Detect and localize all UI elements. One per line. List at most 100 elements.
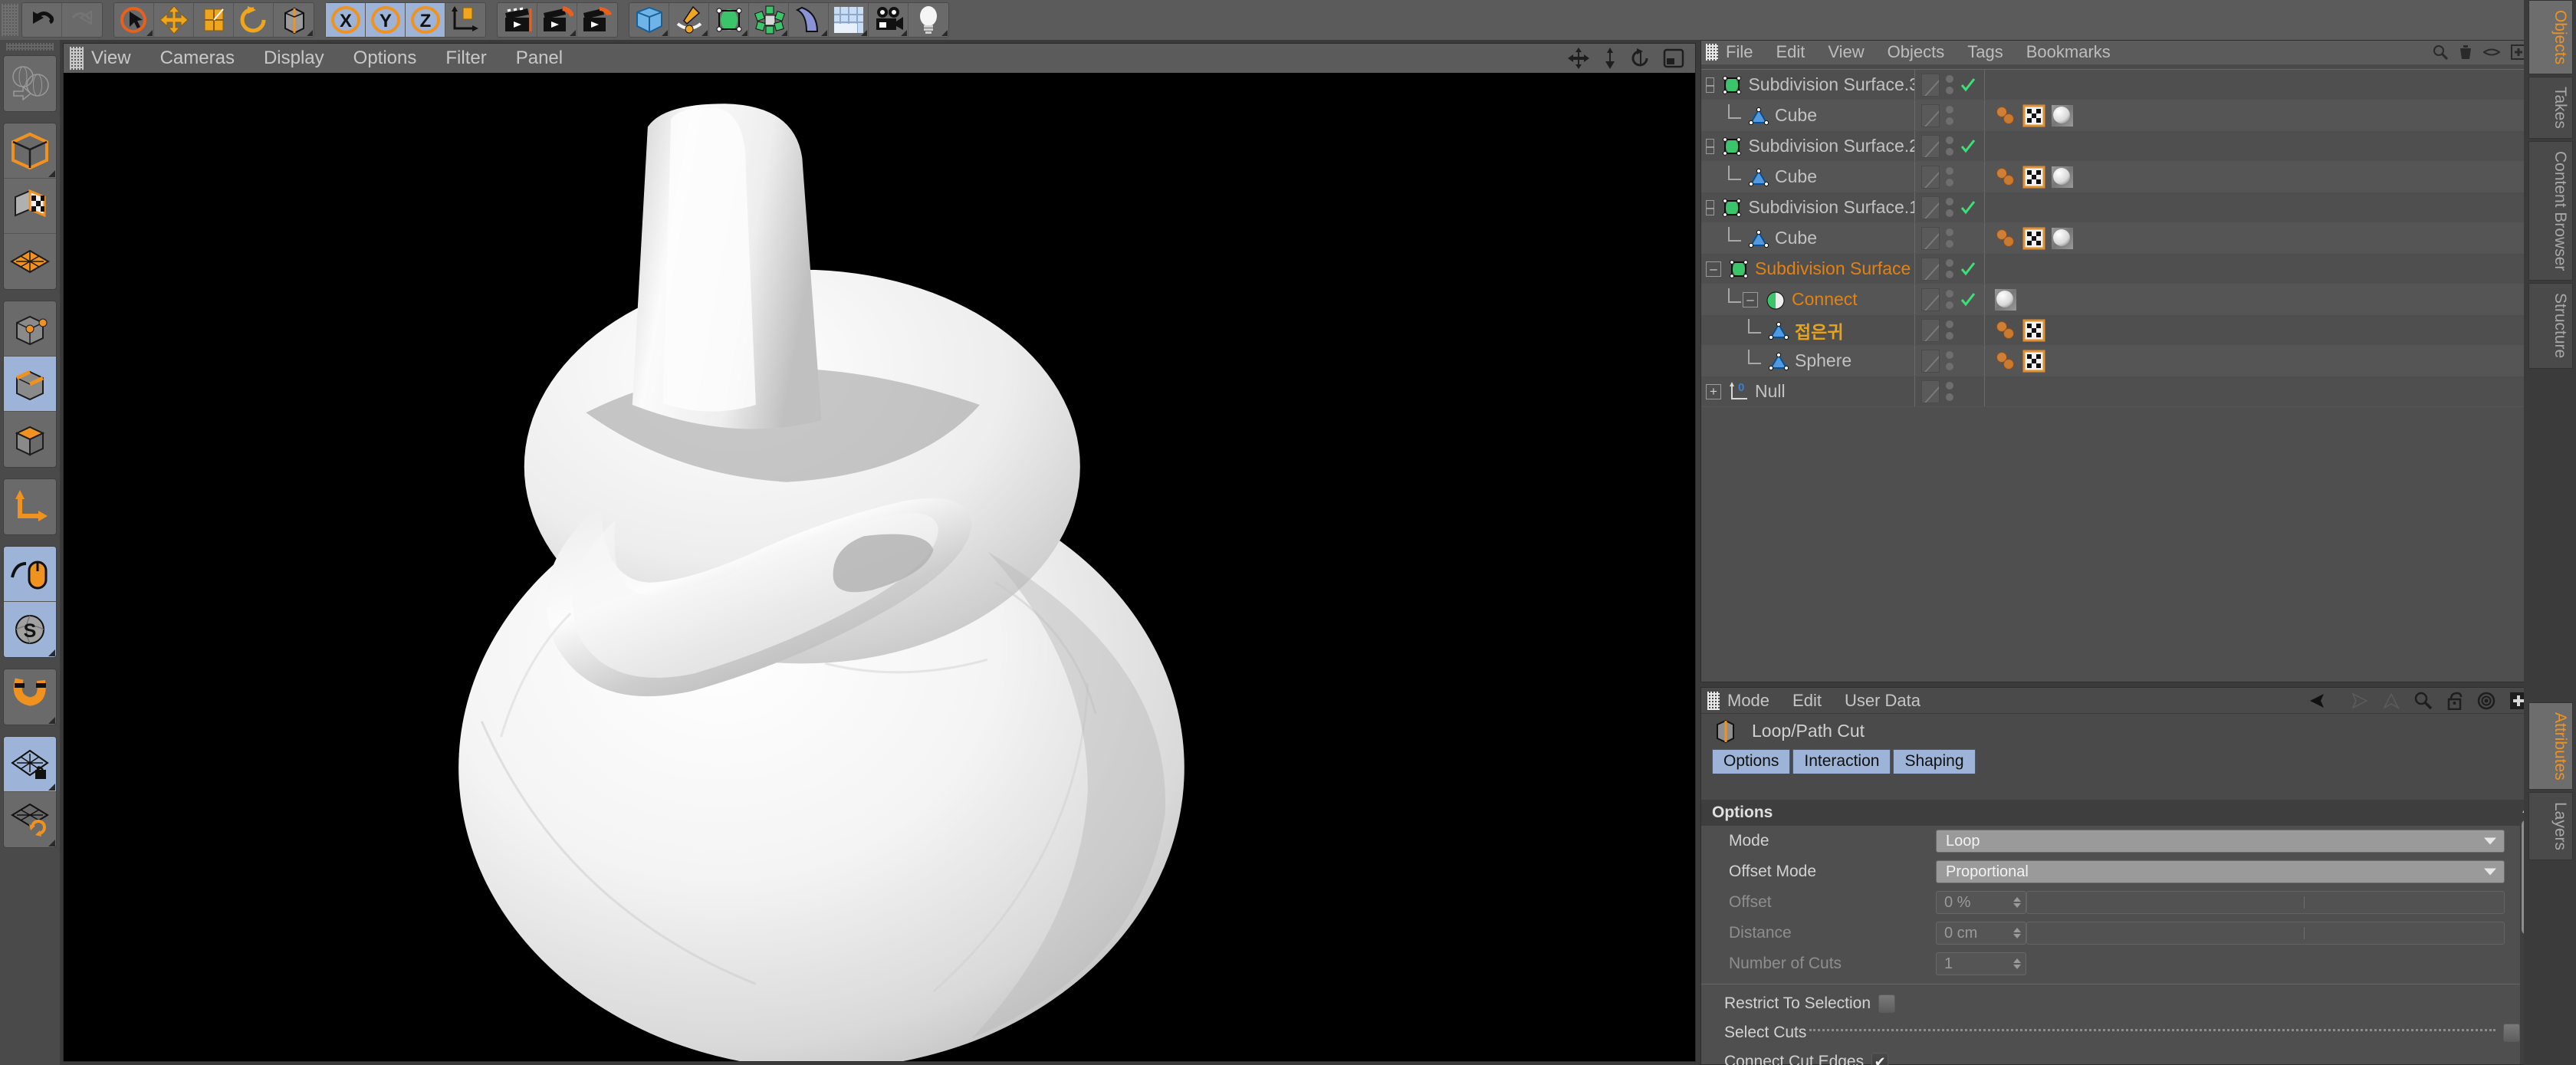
object-row[interactable]: Cube	[1701, 100, 2534, 131]
world-axis-button[interactable]	[4, 479, 56, 534]
enabled-check-icon[interactable]	[1960, 138, 1976, 155]
object-row-tags-cell[interactable]	[1986, 100, 2074, 130]
object-row-name-cell[interactable]: Cube	[1701, 162, 1914, 192]
rotate-tool-button[interactable]	[234, 3, 274, 37]
visibility-dots[interactable]	[1946, 320, 1953, 340]
object-row-name-cell[interactable]: – Subdivision Surface.1	[1701, 192, 1914, 222]
deformer-button[interactable]	[789, 3, 829, 37]
left-toolbar-grip[interactable]	[6, 43, 54, 51]
tab-shaping[interactable]: Shaping	[1893, 749, 1976, 774]
om-menu-view[interactable]: View	[1828, 42, 1864, 62]
collapse-toggle[interactable]: –	[1706, 77, 1715, 93]
cube-primitive-button[interactable]	[629, 3, 669, 37]
number-of-cuts-input[interactable]: 1	[1936, 952, 2026, 975]
axis-z-button[interactable]: Z	[406, 3, 445, 37]
om-menu-edit[interactable]: Edit	[1776, 42, 1805, 62]
phong-tag[interactable]	[1994, 350, 2017, 373]
collapse-toggle[interactable]: –	[1743, 291, 1758, 307]
light-button[interactable]	[909, 3, 948, 37]
object-row-name-cell[interactable]: 접은귀	[1701, 315, 1914, 345]
object-row-visibility-cell[interactable]	[1914, 223, 1985, 253]
back-icon[interactable]	[2308, 692, 2331, 709]
lock-icon[interactable]	[2446, 692, 2463, 710]
viewport-grip[interactable]	[70, 47, 84, 70]
distance-input[interactable]: 0 cm	[1936, 922, 2026, 945]
undo-view-button[interactable]	[4, 56, 56, 111]
maximize-viewport-icon[interactable]	[1663, 48, 1684, 69]
viewport-menu-options[interactable]: Options	[353, 48, 417, 69]
viewport-menu-panel[interactable]: Panel	[516, 48, 563, 69]
visibility-dots[interactable]	[1946, 259, 1953, 278]
material-tag[interactable]	[1994, 288, 2017, 311]
visibility-toggle[interactable]	[1921, 318, 1940, 342]
target-icon[interactable]	[2477, 692, 2496, 710]
object-row[interactable]: – Connect	[1701, 284, 2534, 315]
vtab-structure[interactable]: Structure	[2528, 283, 2573, 369]
visibility-dots[interactable]	[1946, 290, 1953, 309]
om-menu-file[interactable]: File	[1726, 42, 1753, 62]
enabled-check-icon[interactable]	[1960, 261, 1976, 278]
visibility-toggle[interactable]	[1921, 226, 1940, 250]
collapse-toggle[interactable]: –	[1706, 138, 1715, 154]
orbit-icon[interactable]	[1631, 48, 1651, 69]
select-cuts-checkbox[interactable]	[2503, 1024, 2520, 1042]
polygons-mode-button[interactable]	[4, 412, 56, 467]
viewport-menu-view[interactable]: View	[91, 48, 131, 69]
stepper-icon[interactable]	[2013, 958, 2021, 969]
axis-y-button[interactable]: Y	[366, 3, 406, 37]
visibility-dots[interactable]	[1946, 351, 1953, 370]
checkbox-row-restrict-to-selection[interactable]: Restrict To Selection	[1701, 989, 2520, 1018]
phong-tag[interactable]	[1994, 227, 2017, 250]
visibility-toggle[interactable]	[1921, 104, 1940, 127]
up-icon[interactable]	[2382, 692, 2400, 709]
object-manager-tree[interactable]: – Subdivision Surface.3 Cube – Subdivision S…	[1701, 64, 2534, 682]
texture-tag[interactable]	[2022, 166, 2045, 189]
pan-icon[interactable]	[1568, 48, 1589, 69]
object-row-visibility-cell[interactable]	[1914, 192, 1985, 222]
viewport-menu-cameras[interactable]: Cameras	[160, 48, 235, 69]
checkbox-row-select-cuts[interactable]: Select Cuts	[1701, 1018, 2520, 1047]
am-menu-mode[interactable]: Mode	[1727, 691, 1769, 711]
texture-tag[interactable]	[2022, 227, 2045, 250]
object-row[interactable]: 접은귀	[1701, 315, 2534, 346]
object-row-visibility-cell[interactable]	[1914, 131, 1985, 161]
object-row-tags-cell[interactable]	[1986, 70, 1994, 100]
object-row-visibility-cell[interactable]	[1914, 315, 1985, 345]
texture-tag[interactable]	[2022, 104, 2045, 127]
workplane-align-button[interactable]	[4, 792, 56, 847]
object-row-visibility-cell[interactable]	[1914, 376, 1985, 406]
enabled-check-icon[interactable]	[1960, 199, 1976, 216]
object-row-name-cell[interactable]: +0 Null	[1701, 376, 1914, 406]
vtab-content-browser[interactable]: Content Browser	[2528, 141, 2573, 281]
generator-button[interactable]	[709, 3, 749, 37]
eye-icon[interactable]	[2483, 46, 2500, 58]
enabled-check-icon[interactable]	[1960, 291, 1976, 308]
visibility-dots[interactable]	[1946, 382, 1953, 401]
texture-tag[interactable]	[2022, 350, 2045, 373]
camera-button[interactable]	[869, 3, 909, 37]
move-tool-button[interactable]	[154, 3, 194, 37]
visibility-toggle[interactable]	[1921, 349, 1940, 373]
vtab-attributes[interactable]: Attributes	[2528, 702, 2573, 791]
forward-icon[interactable]	[2345, 692, 2368, 709]
object-row[interactable]: Cube	[1701, 162, 2534, 192]
visibility-dots[interactable]	[1946, 75, 1953, 94]
object-row[interactable]: – Subdivision Surface	[1701, 254, 2534, 284]
visibility-toggle[interactable]	[1921, 196, 1940, 219]
object-row-tags-cell[interactable]	[1986, 223, 2074, 253]
vtab-takes[interactable]: Takes	[2528, 77, 2573, 140]
offset-mode-dropdown[interactable]: Proportional	[1936, 860, 2505, 883]
stepper-icon[interactable]	[2013, 928, 2021, 938]
object-row[interactable]: Cube	[1701, 223, 2534, 254]
vtab-objects[interactable]: Objects	[2528, 0, 2573, 75]
expand-toggle[interactable]: +	[1706, 383, 1721, 399]
loop-path-cut-button[interactable]	[274, 3, 314, 37]
collapse-toggle[interactable]: –	[1706, 199, 1715, 215]
viewport[interactable]: View Cameras Display Options Filter Pane…	[63, 43, 1696, 1062]
visibility-dots[interactable]	[1946, 106, 1953, 125]
texture-tag[interactable]	[2022, 319, 2045, 342]
object-row-name-cell[interactable]: Cube	[1701, 223, 1914, 253]
object-row-visibility-cell[interactable]	[1914, 70, 1985, 100]
object-row-tags-cell[interactable]	[1986, 192, 1994, 222]
object-row-tags-cell[interactable]	[1986, 315, 2045, 345]
